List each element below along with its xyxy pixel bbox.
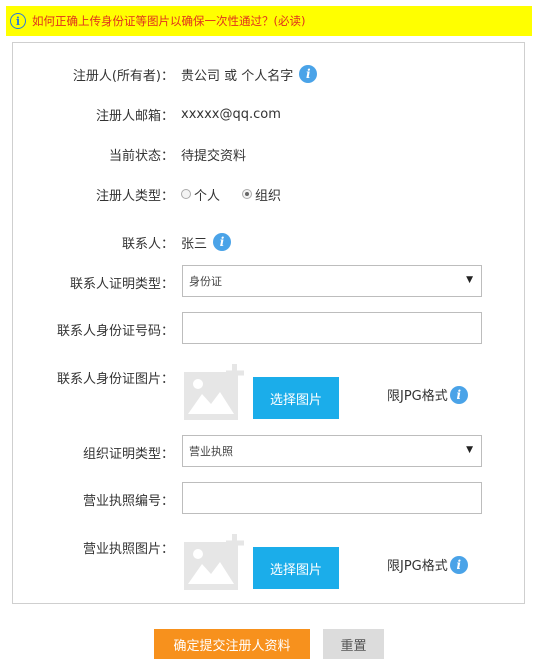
contact-id-type-select[interactable]: 身份证 ▼ xyxy=(182,265,482,297)
owner-value: 贵公司 或 个人名字 xyxy=(181,68,294,84)
owner-value-wrap: 贵公司 或 个人名字 i xyxy=(181,65,318,84)
notice-bar[interactable]: i 如何正确上传身份证等图片以确保一次性通过？(必读) xyxy=(6,6,532,36)
image-placeholder-icon[interactable] xyxy=(184,364,246,420)
license-number-label: 营业执照编号： xyxy=(82,493,174,509)
status-row: 当前状态： 待提交资料 xyxy=(13,141,524,167)
radio-organization[interactable]: 组织 xyxy=(242,185,281,204)
owner-label: 注册人(所有者)： xyxy=(72,68,174,84)
contact-row: 联系人： 张三 i xyxy=(13,229,524,255)
org-id-type-select[interactable]: 营业执照 ▼ xyxy=(182,435,482,467)
contact-id-type-value: 身份证 xyxy=(189,275,222,288)
radio-organization-dot[interactable] xyxy=(242,189,253,199)
license-number-input[interactable] xyxy=(182,482,482,514)
org-id-type-label: 组织证明类型： xyxy=(82,446,174,462)
contact-label: 联系人： xyxy=(121,236,174,252)
registrant-form: 注册人(所有者)： 贵公司 或 个人名字 i 注册人邮箱： xxxxx@qq.c… xyxy=(12,42,525,604)
type-radio-group: 个人 组织 xyxy=(181,185,303,204)
status-value: 待提交资料 xyxy=(181,148,247,164)
contact-info-icon[interactable]: i xyxy=(213,233,232,251)
contact-id-image-info-icon[interactable]: i xyxy=(449,385,468,404)
image-placeholder-icon[interactable] xyxy=(184,534,246,590)
email-label: 注册人邮箱： xyxy=(95,108,174,124)
license-image-pick-button[interactable]: 选择图片 xyxy=(253,547,339,589)
email-row: 注册人邮箱： xxxxx@qq.com xyxy=(13,101,524,127)
status-label: 当前状态： xyxy=(108,148,174,164)
license-image-label: 营业执照图片： xyxy=(82,541,174,557)
owner-row: 注册人(所有者)： 贵公司 或 个人名字 i xyxy=(13,61,524,87)
dropdown-arrow-icon: ▼ xyxy=(466,445,473,455)
submit-button[interactable]: 确定提交注册人资料 xyxy=(154,629,310,659)
info-icon: i xyxy=(10,13,26,29)
email-value: xxxxx@qq.com xyxy=(181,106,281,122)
reset-button[interactable]: 重置 xyxy=(323,629,384,659)
contact-id-image-pick-button[interactable]: 选择图片 xyxy=(253,377,339,419)
radio-individual-dot[interactable] xyxy=(181,189,191,199)
radio-individual[interactable]: 个人 xyxy=(181,185,220,204)
radio-organization-label: 组织 xyxy=(255,188,282,204)
contact-id-number-label: 联系人身份证号码： xyxy=(56,323,174,339)
contact-id-number-input[interactable] xyxy=(182,312,482,344)
license-image-hint: 限JPG格式 i xyxy=(387,555,468,574)
contact-id-image-hint: 限JPG格式 i xyxy=(387,385,468,404)
contact-id-image-label: 联系人身份证图片： xyxy=(56,371,174,387)
contact-value-wrap: 张三 i xyxy=(181,233,232,252)
type-label: 注册人类型： xyxy=(95,188,174,204)
contact-id-type-label: 联系人证明类型： xyxy=(69,276,174,292)
contact-value: 张三 xyxy=(181,236,208,252)
dropdown-arrow-icon: ▼ xyxy=(466,275,473,285)
notice-link[interactable]: 如何正确上传身份证等图片以确保一次性通过？(必读) xyxy=(32,13,305,29)
type-row: 注册人类型： 个人 组织 xyxy=(13,181,524,207)
radio-individual-label: 个人 xyxy=(194,188,221,204)
contact-id-image-hint-text: 限JPG格式 xyxy=(387,389,448,404)
license-image-hint-text: 限JPG格式 xyxy=(387,559,448,574)
license-image-info-icon[interactable]: i xyxy=(449,555,468,574)
org-id-type-value: 营业执照 xyxy=(189,445,233,458)
owner-info-icon[interactable]: i xyxy=(299,65,318,83)
